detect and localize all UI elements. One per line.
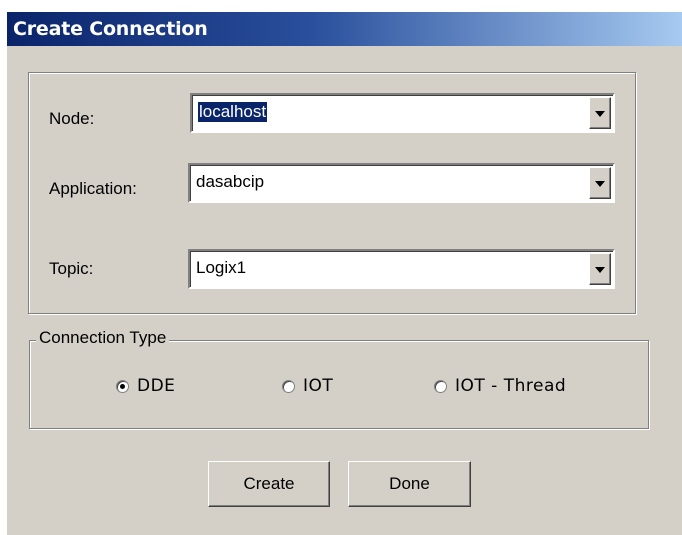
node-label: Node: <box>49 109 95 128</box>
node-value: localhost <box>198 102 268 122</box>
topic-dropdown-button[interactable] <box>589 253 611 285</box>
dialog-title: Create Connection <box>7 12 682 46</box>
radio-iot-thread-label: IOT - Thread <box>455 376 567 396</box>
create-button[interactable]: Create <box>208 461 330 507</box>
connection-type-legend: Connection Type <box>36 328 170 348</box>
chevron-down-icon <box>595 111 605 117</box>
radio-iot-thread[interactable]: IOT - Thread <box>434 375 566 397</box>
topic-value: Logix1 <box>196 258 247 277</box>
chevron-down-icon <box>595 267 605 273</box>
radio-dde-label: DDE <box>137 376 176 396</box>
application-value: dasabcip <box>196 172 265 191</box>
topic-label: Topic: <box>49 259 94 278</box>
radio-dde[interactable]: DDE <box>116 375 175 397</box>
create-connection-dialog: Create Connection Node: localhost Applic… <box>6 12 682 535</box>
done-button[interactable]: Done <box>348 461 471 507</box>
radio-icon[interactable] <box>282 379 295 393</box>
radio-iot[interactable]: IOT <box>282 375 333 397</box>
node-combobox[interactable]: localhost <box>190 93 615 133</box>
application-dropdown-button[interactable] <box>589 167 611 199</box>
radio-icon[interactable] <box>116 379 129 393</box>
connection-type-group: Connection Type DDE IOT IOT - Thread <box>29 328 649 429</box>
application-label: Application: <box>49 179 137 198</box>
node-dropdown-button[interactable] <box>589 97 611 129</box>
radio-selected-dot <box>120 383 125 389</box>
chevron-down-icon <box>595 181 605 187</box>
topic-combobox[interactable]: Logix1 <box>188 249 615 289</box>
application-combobox[interactable]: dasabcip <box>188 163 615 203</box>
radio-icon[interactable] <box>434 379 447 393</box>
radio-iot-label: IOT <box>303 376 334 396</box>
